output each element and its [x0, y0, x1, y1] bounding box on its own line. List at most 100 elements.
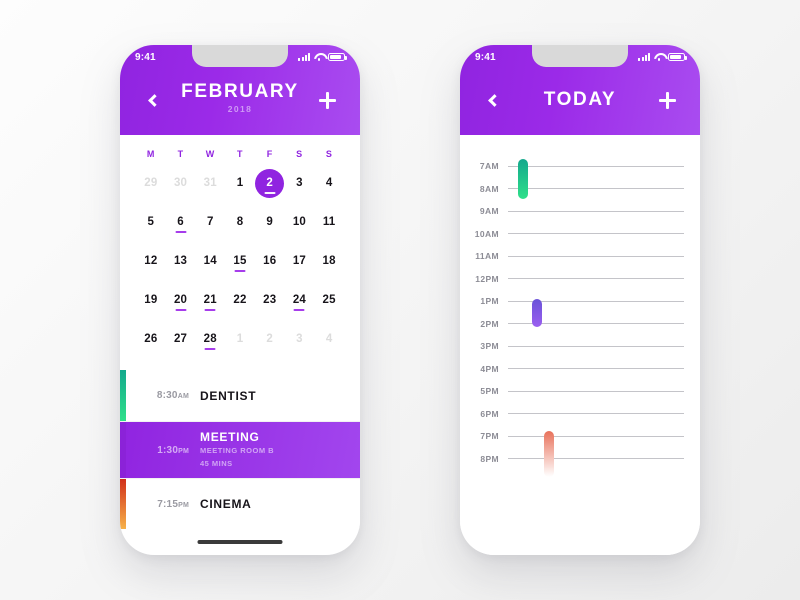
calendar-day-cell[interactable]: 9	[255, 207, 285, 237]
calendar-day-cell[interactable]: 26	[136, 324, 166, 354]
event-color-stripe	[120, 479, 126, 529]
event-time: 1:30PM	[138, 445, 200, 456]
home-indicator[interactable]	[197, 540, 283, 544]
calendar-day-cell[interactable]: 22	[225, 285, 255, 315]
calendar-day-number: 7	[206, 216, 214, 228]
calendar-day-cell[interactable]: 12	[136, 246, 166, 276]
calendar-day-cell[interactable]: 3	[285, 168, 315, 198]
timeline-gridline	[508, 233, 684, 235]
calendar-day-cell[interactable]: 4	[314, 324, 344, 354]
event-body: MEETING MEETING ROOM B 45 MINS	[200, 430, 360, 470]
calendar-day-number: 31	[203, 177, 217, 189]
calendar-day-cell[interactable]: 1	[225, 168, 255, 198]
timeline-gridline	[508, 345, 684, 347]
timeline-hour-row: 6PM	[460, 403, 700, 426]
calendar-day-cell[interactable]: 27	[166, 324, 196, 354]
calendar-day-number: 14	[203, 255, 217, 267]
day-of-week-label: T	[236, 149, 243, 159]
calendar-day-cell[interactable]: 29	[136, 168, 166, 198]
calendar-day-cell[interactable]: 10	[285, 207, 315, 237]
calendar-day-cell[interactable]: 28	[195, 324, 225, 354]
calendar-day-cell[interactable]: 15	[225, 246, 255, 276]
back-button[interactable]	[140, 87, 166, 113]
timeline-hour-label: 1PM	[480, 296, 499, 307]
calendar-day-cell[interactable]: 14	[195, 246, 225, 276]
add-event-button[interactable]	[654, 87, 680, 113]
event-time-value: 1:30	[157, 444, 179, 456]
calendar-day-cell[interactable]: 21	[195, 285, 225, 315]
event-list-item[interactable]: 7:15PM CINEMA	[120, 478, 360, 529]
calendar-day-number: 19	[144, 294, 158, 306]
timeline-hour-row: 7PM	[460, 425, 700, 448]
today-navbar: TODAY	[460, 69, 700, 131]
calendar-day-cell[interactable]: 19	[136, 285, 166, 315]
wifi-icon	[654, 53, 664, 62]
calendar-day-cell[interactable]: 2	[255, 324, 285, 354]
page-title: FEBRUARY	[181, 81, 299, 103]
calendar-day-number: 20	[173, 294, 188, 306]
add-event-button[interactable]	[314, 87, 340, 113]
timeline-gridline	[508, 435, 684, 437]
calendar-day-selected[interactable]: 2	[255, 168, 285, 198]
timeline-gridline	[508, 278, 684, 280]
calendar-day-cell[interactable]: 5	[136, 207, 166, 237]
calendar-day-cell[interactable]: 20	[166, 285, 196, 315]
calendar-day-cell[interactable]: 7	[195, 207, 225, 237]
calendar-day-cell[interactable]: 18	[314, 246, 344, 276]
calendar-day-cell[interactable]: 31	[195, 168, 225, 198]
calendar-day-cell[interactable]: 6	[166, 207, 196, 237]
calendar-day-number: 12	[144, 255, 158, 267]
calendar-day-cell[interactable]: 11	[314, 207, 344, 237]
dentist-bar[interactable]	[518, 159, 528, 199]
calendar-day-number: 10	[292, 216, 307, 228]
timeline-hour-row: 8AM	[460, 178, 700, 201]
calendar-day-number: 25	[322, 294, 336, 306]
calendar-day-cell[interactable]: 8	[225, 207, 255, 237]
calendar-week-row: 26 27 28 1 2 3 4	[136, 324, 344, 354]
calendar-day-number: 27	[173, 333, 188, 345]
calendar-day-cell[interactable]: 4	[314, 168, 344, 198]
calendar-week-row: 12 13 14 15 16 17 18	[136, 246, 344, 276]
calendar-day-cell[interactable]: 13	[166, 246, 196, 276]
calendar-day-cell[interactable]: 17	[285, 246, 315, 276]
calendar-day-cell[interactable]: 3	[285, 324, 315, 354]
battery-icon	[328, 52, 347, 62]
calendar-navbar: FEBRUARY 2018	[120, 69, 360, 131]
calendar-day-cell[interactable]: 23	[255, 285, 285, 315]
calendar-day-number: 21	[203, 294, 217, 306]
event-time-meridiem: PM	[178, 501, 189, 509]
calendar-day-cell[interactable]: 24	[285, 285, 315, 315]
timeline-hour-row: 10AM	[460, 223, 700, 246]
calendar-day-number: 13	[173, 255, 188, 267]
signal-bars-icon	[298, 53, 310, 61]
calendar-day-cell[interactable]: 30	[166, 168, 196, 198]
event-time: 8:30AM	[138, 390, 200, 401]
timeline-hour-row: 11AM	[460, 245, 700, 268]
home-indicator[interactable]	[537, 540, 623, 544]
timeline-hour-label: 6PM	[480, 408, 499, 419]
calendar-day-cell[interactable]: 25	[314, 285, 344, 315]
wifi-icon	[314, 53, 324, 62]
calendar-week-row: 19 20 21 22 23 24 25	[136, 285, 344, 315]
calendar-day-cell[interactable]: 1	[225, 324, 255, 354]
event-list-item[interactable]: 8:30AM DENTIST	[120, 370, 360, 421]
calendar-day-number: 9	[266, 216, 273, 228]
meeting-bar[interactable]	[532, 299, 542, 327]
event-time-value: 7:15	[157, 498, 179, 510]
timeline-hour-label: 4PM	[480, 363, 499, 374]
timeline-gridline	[508, 413, 684, 415]
timeline-hour-label: 9AM	[479, 206, 499, 217]
status-icons	[298, 52, 347, 62]
calendar-day-cell[interactable]: 16	[255, 246, 285, 276]
calendar-day-number: 4	[325, 333, 333, 345]
event-color-stripe	[120, 422, 126, 478]
timeline-gridline	[508, 210, 684, 212]
cinema-bar[interactable]	[544, 431, 554, 477]
timeline-hour-row: 4PM	[460, 358, 700, 381]
event-list-item[interactable]: 1:30PM MEETING MEETING ROOM B 45 MINS	[120, 421, 360, 478]
timeline-gridline	[508, 188, 684, 190]
timeline-hour-row: 2PM	[460, 313, 700, 336]
timeline-hour-label: 2PM	[480, 318, 499, 329]
event-room: MEETING ROOM B	[200, 446, 275, 456]
back-button[interactable]	[480, 87, 506, 113]
